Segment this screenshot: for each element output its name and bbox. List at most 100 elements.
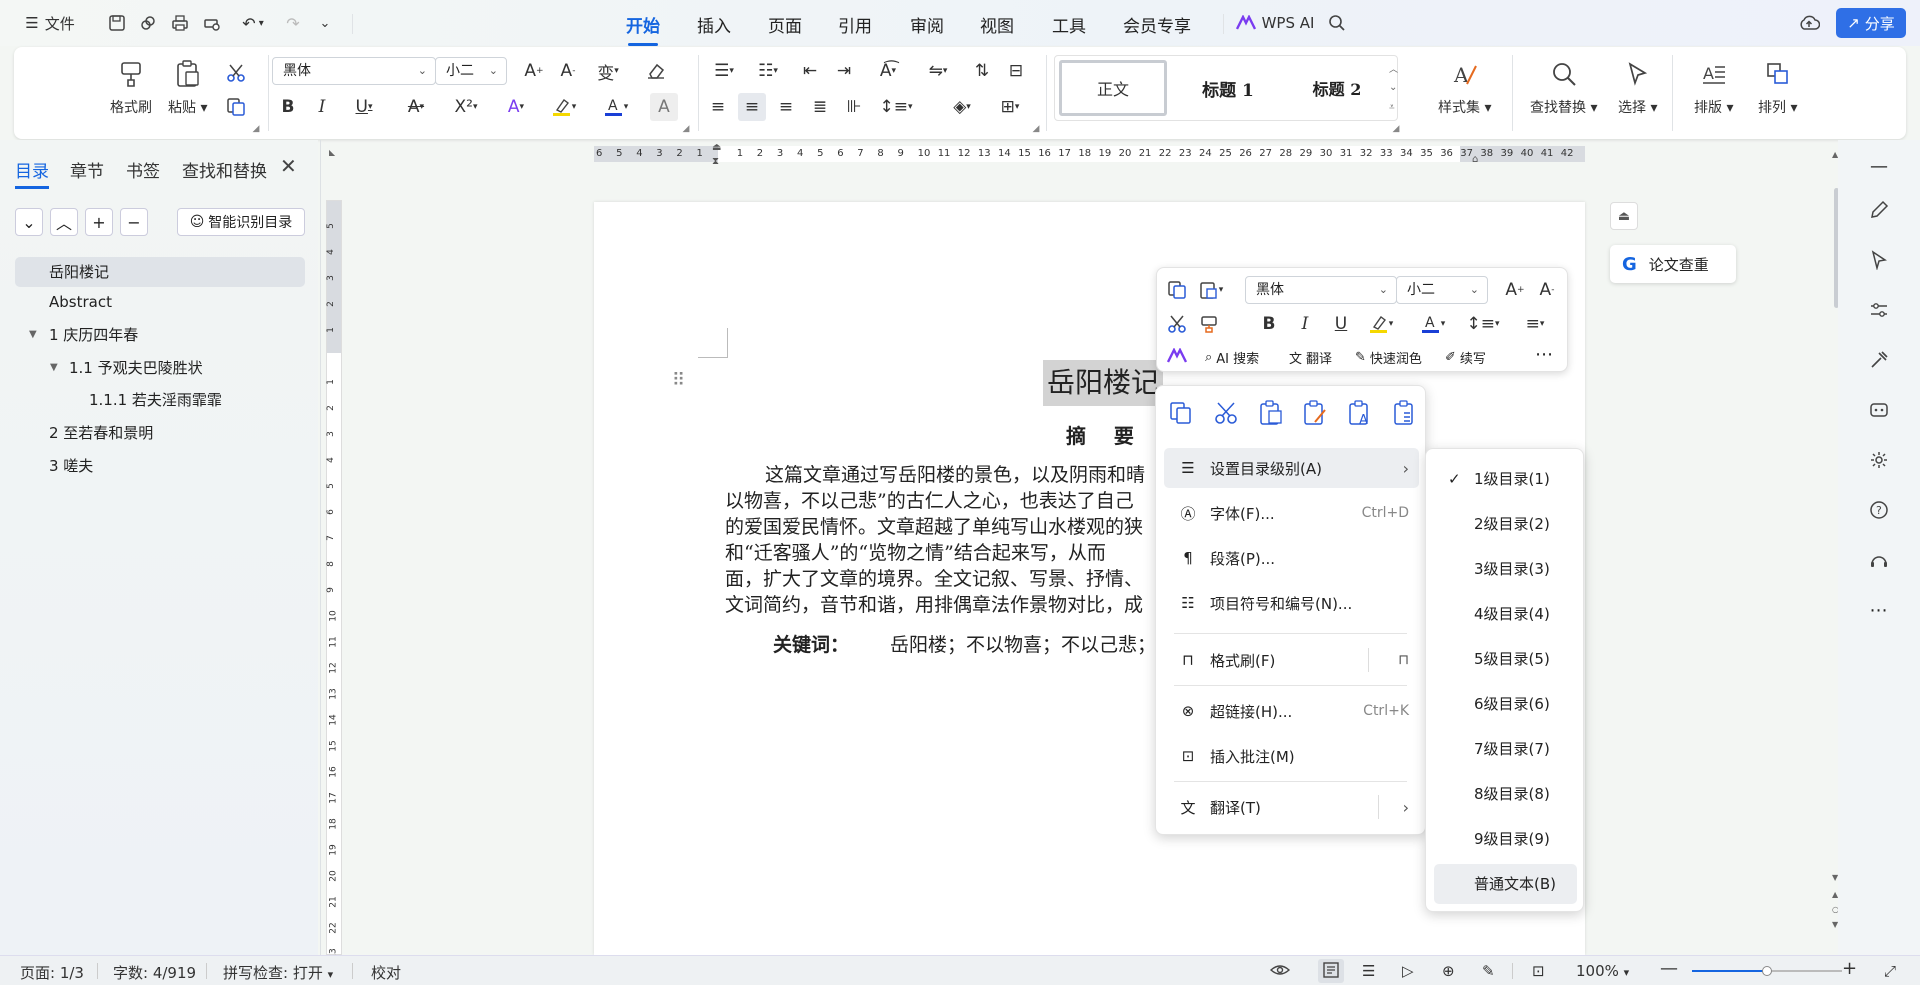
cut-icon[interactable]	[1163, 310, 1191, 338]
abstract-line[interactable]: 以物喜，不以己悲”的古仁人之心，也表达了自己	[725, 486, 1134, 513]
close-icon[interactable]: ✕	[280, 154, 297, 178]
text-direction-icon[interactable]: A͡ ▾	[868, 57, 908, 85]
tab-member[interactable]: 会员专享	[1123, 12, 1191, 37]
zoom-slider-thumb[interactable]	[1762, 966, 1772, 976]
spell-check-status[interactable]: 拼写检查: 打开 ▾	[223, 962, 333, 983]
menu-item-bullets-numbering[interactable]: ☷ 项目符号和编号(N)...	[1164, 583, 1419, 623]
continue-writing-button[interactable]: ✐ 续写	[1445, 348, 1486, 367]
plagiarism-check-button[interactable]: G 论文查重	[1610, 245, 1736, 283]
paste-merge-format-icon[interactable]	[1302, 400, 1328, 430]
underline-icon[interactable]: U	[1327, 310, 1355, 338]
keywords-label[interactable]: 关键词：	[773, 630, 849, 657]
char-shading-icon[interactable]: A	[650, 93, 678, 121]
tab-stop-selector-icon[interactable]: ◣	[329, 148, 341, 160]
tab-insert[interactable]: 插入	[697, 12, 731, 37]
tab-bookmarks[interactable]: 书签	[126, 157, 160, 182]
paste-text-only-icon[interactable]: A	[1347, 400, 1373, 430]
font-name-select[interactable]: 黑体 ⌄	[272, 57, 436, 85]
remove-toc-item-button[interactable]: −	[120, 208, 148, 236]
gallery-expand-icon[interactable]: ⩡	[1389, 102, 1395, 113]
page-indicator[interactable]: 页面: 1/3	[20, 962, 84, 983]
style-heading-1[interactable]: 标题 1	[1173, 60, 1283, 116]
help-icon[interactable]: ?	[1865, 496, 1893, 524]
submenu-item-level-4[interactable]: 4级目录(4)	[1434, 594, 1577, 634]
clear-format-icon[interactable]	[642, 57, 670, 85]
tab-find-replace[interactable]: 查找和替换	[182, 157, 267, 182]
copy-icon[interactable]	[222, 93, 250, 121]
play-icon[interactable]: ▷	[1402, 962, 1414, 980]
first-line-indent-marker[interactable]: ⏏	[712, 142, 721, 153]
cursor-icon[interactable]	[1865, 246, 1893, 274]
paste-keep-format-icon[interactable]	[1258, 400, 1284, 430]
bold-icon[interactable]: B	[1255, 310, 1283, 338]
menu-item-paragraph[interactable]: ¶ 段落(P)...	[1164, 538, 1419, 578]
zoom-in-icon[interactable]: +	[1842, 958, 1857, 979]
caret-down-icon[interactable]: ▼	[29, 320, 37, 350]
find-replace-button[interactable]: 查找替换 ▾	[1530, 57, 1597, 117]
tab-review[interactable]: 审阅	[910, 12, 944, 37]
adjust-icon[interactable]	[1865, 296, 1893, 324]
toc-item[interactable]: 3 嗟夫	[15, 451, 305, 481]
style-heading-2[interactable]: 标题 2	[1287, 60, 1387, 116]
file-menu[interactable]: ☰ 文件	[20, 10, 80, 36]
undo-button[interactable]: ↶ ▾	[236, 10, 270, 36]
web-view-icon[interactable]: ⊕	[1442, 962, 1455, 980]
paste-special-icon[interactable]	[1392, 400, 1418, 430]
decrease-indent-icon[interactable]: ⇤	[796, 57, 824, 85]
more-icon[interactable]: ⋯	[1865, 596, 1893, 624]
arrange-button[interactable]: 排列 ▾	[1758, 57, 1797, 117]
styles-dialog-launcher-icon[interactable]: ◢	[1390, 123, 1402, 135]
distributed-icon[interactable]: ⊪	[840, 93, 868, 121]
abstract-line[interactable]: 和“迁客骚人”的“览物之情”结合起来写，从而	[725, 538, 1106, 565]
feedback-icon[interactable]	[1865, 546, 1893, 574]
zoom-level[interactable]: 100% ▾	[1576, 962, 1629, 980]
select-button[interactable]: 选择 ▾	[1618, 57, 1657, 117]
fit-screen-icon[interactable]: ⊡	[1532, 962, 1545, 980]
expand-all-button[interactable]: ⌄	[15, 208, 43, 236]
shading-icon[interactable]: ◈ ▾	[942, 93, 982, 121]
share-button[interactable]: ↗ 分享	[1836, 8, 1906, 38]
border-icon[interactable]: ⊞ ▾	[990, 93, 1030, 121]
format-painter-icon[interactable]	[1195, 310, 1223, 338]
save-icon[interactable]	[104, 10, 130, 36]
ai-search-button[interactable]: ⌕ AI 搜索	[1205, 348, 1259, 367]
toc-item[interactable]: ▼ 1.1 予观夫巴陵胜状	[15, 353, 305, 383]
abstract-line[interactable]: 文词简约，音节和谐，用排偶章法作景物对比，成	[725, 590, 1143, 617]
submenu-item-level-6[interactable]: 6级目录(6)	[1434, 684, 1577, 724]
proofread-button[interactable]: 校对	[371, 962, 401, 983]
font-size-select[interactable]: 小二 ⌄	[435, 57, 507, 85]
show-marks-icon[interactable]: ⊟	[1002, 57, 1030, 85]
toc-item[interactable]: Abstract	[15, 287, 305, 317]
toc-item[interactable]: 1.1.1 若夫淫雨霏霏	[15, 385, 305, 415]
abstract-line[interactable]: 面，扩大了文章的境界。全文记叙、写景、抒情、	[725, 564, 1143, 591]
zoom-out-icon[interactable]: —	[1660, 958, 1678, 979]
toc-item[interactable]: ▼ 1 庆历四年春	[15, 320, 305, 350]
tab-view[interactable]: 视图	[980, 12, 1014, 37]
gallery-down-icon[interactable]: ⌄	[1389, 82, 1397, 93]
caret-down-icon[interactable]: ▼	[50, 353, 58, 383]
fullscreen-icon[interactable]: ⤢	[1884, 962, 1896, 980]
pen-mode-icon[interactable]: ✎	[1482, 962, 1495, 980]
copy-icon[interactable]	[1163, 276, 1191, 304]
submenu-item-level-5[interactable]: 5级目录(5)	[1434, 639, 1577, 679]
increase-indent-icon[interactable]: ⇥	[830, 57, 858, 85]
copy-icon[interactable]	[1168, 400, 1194, 430]
style-normal[interactable]: 正文	[1059, 60, 1167, 116]
font-dialog-launcher-icon[interactable]: ◢	[680, 123, 692, 135]
print-preview-icon[interactable]	[199, 10, 225, 36]
settings-icon[interactable]	[1865, 446, 1893, 474]
increase-font-icon[interactable]: A +	[1501, 276, 1529, 304]
outline-view-icon[interactable]: ☰	[1362, 962, 1375, 980]
menu-item-font[interactable]: Ⓐ 字体(F)... Ctrl+D	[1164, 493, 1419, 533]
document-title[interactable]: 岳阳楼记	[1043, 360, 1164, 406]
tab-home[interactable]: 开始	[626, 12, 660, 46]
cut-icon[interactable]	[1213, 400, 1239, 430]
text-effect-icon[interactable]: A ▾	[498, 93, 534, 121]
bullet-list-icon[interactable]: ☰ ▾	[704, 57, 744, 85]
tab-tools[interactable]: 工具	[1052, 12, 1086, 37]
tools-icon[interactable]	[1865, 346, 1893, 374]
abstract-heading[interactable]: 摘 要	[1066, 420, 1134, 449]
line-spacing-icon[interactable]: ↕≡ ▾	[1463, 310, 1503, 338]
increase-font-icon[interactable]: A +	[520, 57, 548, 85]
collapse-button[interactable]: ︿	[50, 208, 78, 236]
